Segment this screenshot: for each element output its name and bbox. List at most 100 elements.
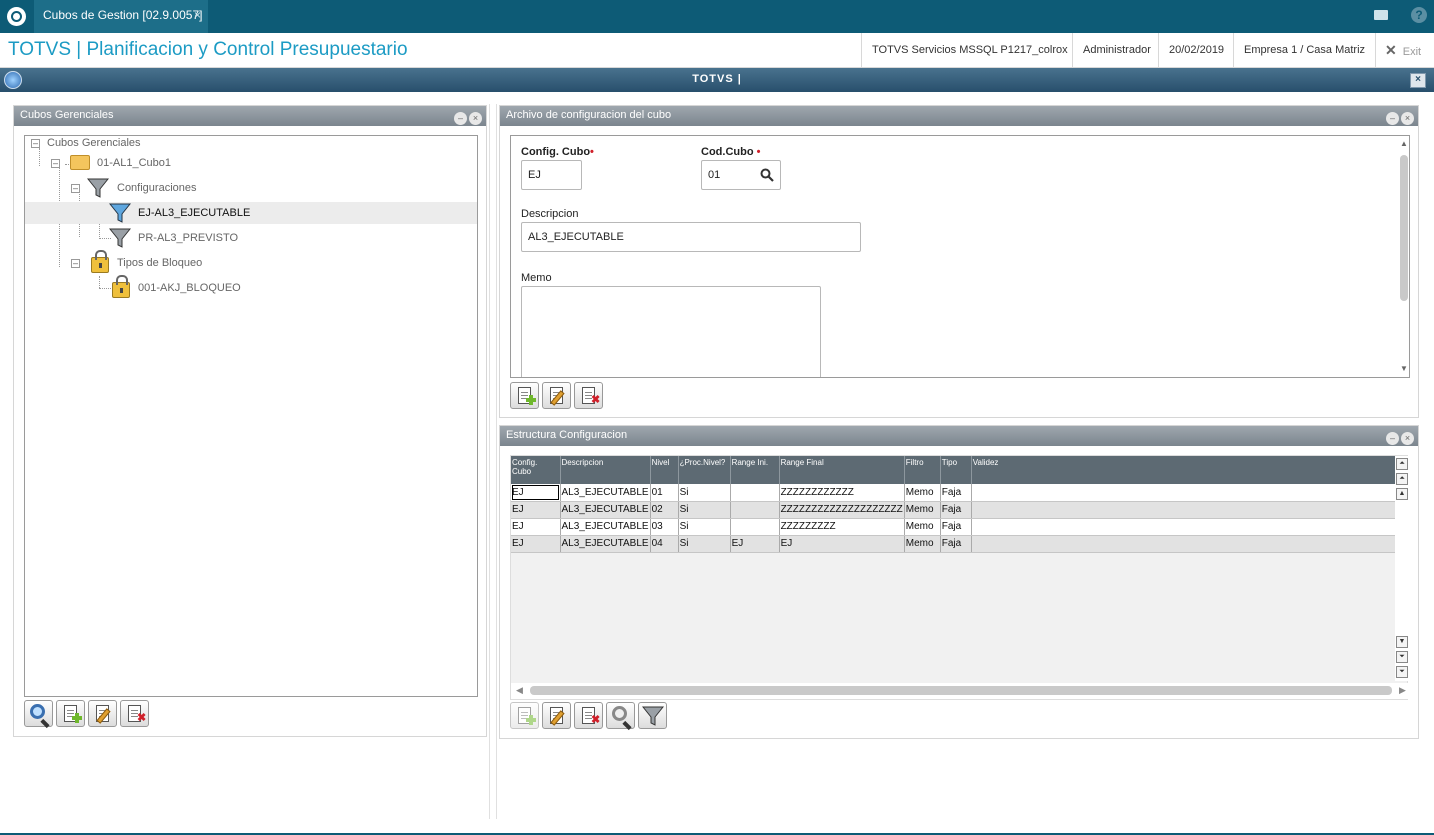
column-header[interactable]: Filtro (904, 456, 941, 484)
table-cell[interactable]: 04 (650, 535, 679, 553)
edit-config-button[interactable] (542, 382, 571, 409)
table-cell[interactable]: 03 (650, 518, 679, 536)
table-cell[interactable]: Memo (904, 501, 941, 519)
search-button[interactable] (24, 700, 53, 727)
tree-node-root[interactable]: – Cubos Gerenciales (29, 132, 469, 154)
descripcion-field[interactable]: AL3_EJECUTABLE (521, 222, 861, 252)
table-cell[interactable]: 02 (650, 501, 679, 519)
tree-node-cube[interactable]: – 01-AL1_Cubo1 (49, 152, 469, 174)
table-cell[interactable]: AL3_EJECUTABLE (560, 501, 651, 519)
close-icon[interactable]: × (1401, 432, 1414, 445)
scroll-thumb[interactable] (530, 686, 1392, 695)
column-header[interactable]: Validez (971, 456, 1400, 484)
close-icon[interactable]: × (469, 112, 482, 125)
table-cell[interactable]: AL3_EJECUTABLE (560, 484, 651, 502)
search-icon[interactable] (760, 168, 774, 182)
table-cell[interactable]: ZZZZZZZZZZZZZZZZZZZZ (779, 501, 905, 519)
table-row[interactable]: EJ AL3_EJECUTABLE 02 Si ZZZZZZZZZZZZZZZZ… (511, 501, 1400, 519)
table-cell[interactable]: Si (678, 484, 731, 502)
grid-horizontal-scrollbar[interactable]: ◀ ▶ (511, 683, 1409, 699)
tree-node-tipos-bloqueo[interactable]: – Tipos de Bloqueo (69, 250, 469, 274)
table-row[interactable]: EJ AL3_EJECUTABLE 04 Si EJ EJ Memo Faja (511, 535, 1400, 553)
form-scrollbar[interactable]: ▲ ▼ (1398, 136, 1409, 377)
collapse-icon[interactable]: – (31, 139, 40, 148)
table-cell[interactable]: EJ (730, 535, 780, 553)
column-header[interactable]: Nivel (650, 456, 679, 484)
scroll-up-icon[interactable]: ▲ (1396, 488, 1408, 500)
table-cell[interactable]: ZZZZZZZZZZZZ (779, 484, 905, 502)
table-cell[interactable]: Si (678, 518, 731, 536)
scroll-down-icon[interactable]: ▼ (1396, 636, 1408, 648)
column-header[interactable]: Config. Cubo (511, 456, 561, 484)
scroll-bottom-icon[interactable]: ⏷ (1396, 666, 1408, 678)
add-config-button[interactable] (510, 382, 539, 409)
memo-field[interactable] (521, 286, 821, 377)
page-up-icon[interactable]: ⏶ (1396, 473, 1408, 485)
table-cell[interactable]: Faja (940, 484, 972, 502)
config-cubo-field[interactable]: EJ (521, 160, 582, 190)
cod-cubo-field[interactable]: 01 (701, 160, 781, 190)
tab-cubos-de-gestion[interactable]: Cubos de Gestion [02.9.0057] × (34, 0, 208, 33)
table-cell[interactable]: EJ (511, 535, 561, 553)
delete-button[interactable]: ✖ (120, 700, 149, 727)
close-icon[interactable]: × (1401, 112, 1414, 125)
search-level-button[interactable] (606, 702, 635, 729)
tab-close-icon[interactable]: × (194, 0, 201, 31)
scroll-down-icon[interactable]: ▼ (1400, 364, 1408, 373)
table-cell[interactable]: EJ (779, 535, 905, 553)
table-cell[interactable]: ZZZZZZZZZ (779, 518, 905, 536)
help-icon[interactable]: ? (1411, 7, 1427, 23)
window-close-button[interactable]: × (1410, 73, 1426, 88)
table-cell[interactable] (730, 501, 780, 519)
column-header[interactable]: Range Final (779, 456, 905, 484)
table-row[interactable]: EJ AL3_EJECUTABLE 01 Si ZZZZZZZZZZZZ Mem… (511, 484, 1400, 502)
table-cell[interactable]: Memo (904, 484, 941, 502)
table-cell[interactable]: AL3_EJECUTABLE (560, 535, 651, 553)
table-cell[interactable]: Faja (940, 535, 972, 553)
collapse-icon[interactable]: – (71, 259, 80, 268)
table-row[interactable]: EJ AL3_EJECUTABLE 03 Si ZZZZZZZZZ Memo F… (511, 518, 1400, 536)
panel-splitter[interactable] (489, 104, 497, 819)
grid-vertical-scrollbar[interactable]: ⏶ ⏶ ▲ ▼ ⏷ ⏷ (1395, 456, 1409, 681)
table-cell[interactable]: EJ (511, 501, 561, 519)
scroll-right-icon[interactable]: ▶ (1399, 685, 1406, 696)
column-header[interactable]: Descripcion (560, 456, 651, 484)
table-cell[interactable] (971, 501, 1400, 519)
table-cell[interactable]: Si (678, 501, 731, 519)
table-cell[interactable]: Si (678, 535, 731, 553)
minimize-icon[interactable]: – (1386, 112, 1399, 125)
table-cell[interactable]: EJ (511, 484, 561, 502)
add-level-button[interactable] (510, 702, 539, 729)
column-header[interactable]: ¿Proc.Nivel? (678, 456, 731, 484)
page-down-icon[interactable]: ⏷ (1396, 651, 1408, 663)
delete-config-button[interactable]: ✖ (574, 382, 603, 409)
collapse-icon[interactable]: – (71, 184, 80, 193)
scroll-thumb[interactable] (1400, 155, 1408, 301)
column-header[interactable]: Range Ini. (730, 456, 780, 484)
totvs-logo-icon[interactable] (7, 7, 26, 26)
minimize-icon[interactable]: – (1386, 432, 1399, 445)
scroll-left-icon[interactable]: ◀ (516, 685, 523, 696)
edit-button[interactable] (88, 700, 117, 727)
scroll-up-icon[interactable]: ▲ (1400, 139, 1408, 148)
table-cell[interactable]: 01 (650, 484, 679, 502)
table-cell[interactable]: Memo (904, 518, 941, 536)
column-header[interactable]: Tipo (940, 456, 972, 484)
table-cell[interactable]: Faja (940, 518, 972, 536)
table-cell[interactable]: Memo (904, 535, 941, 553)
tree-node-configuraciones[interactable]: – Configuraciones (69, 177, 469, 199)
table-cell[interactable] (971, 484, 1400, 502)
tree-node-config-pr[interactable]: PR-AL3_PREVISTO (25, 227, 477, 249)
table-cell[interactable]: Faja (940, 501, 972, 519)
edit-level-button[interactable] (542, 702, 571, 729)
table-cell[interactable] (971, 535, 1400, 553)
table-cell[interactable] (730, 518, 780, 536)
filter-button[interactable] (638, 702, 667, 729)
add-button[interactable] (56, 700, 85, 727)
table-cell[interactable]: AL3_EJECUTABLE (560, 518, 651, 536)
table-cell[interactable] (971, 518, 1400, 536)
table-cell[interactable] (730, 484, 780, 502)
collapse-icon[interactable]: – (51, 159, 60, 168)
mail-icon[interactable] (1374, 10, 1388, 20)
minimize-icon[interactable]: – (454, 112, 467, 125)
